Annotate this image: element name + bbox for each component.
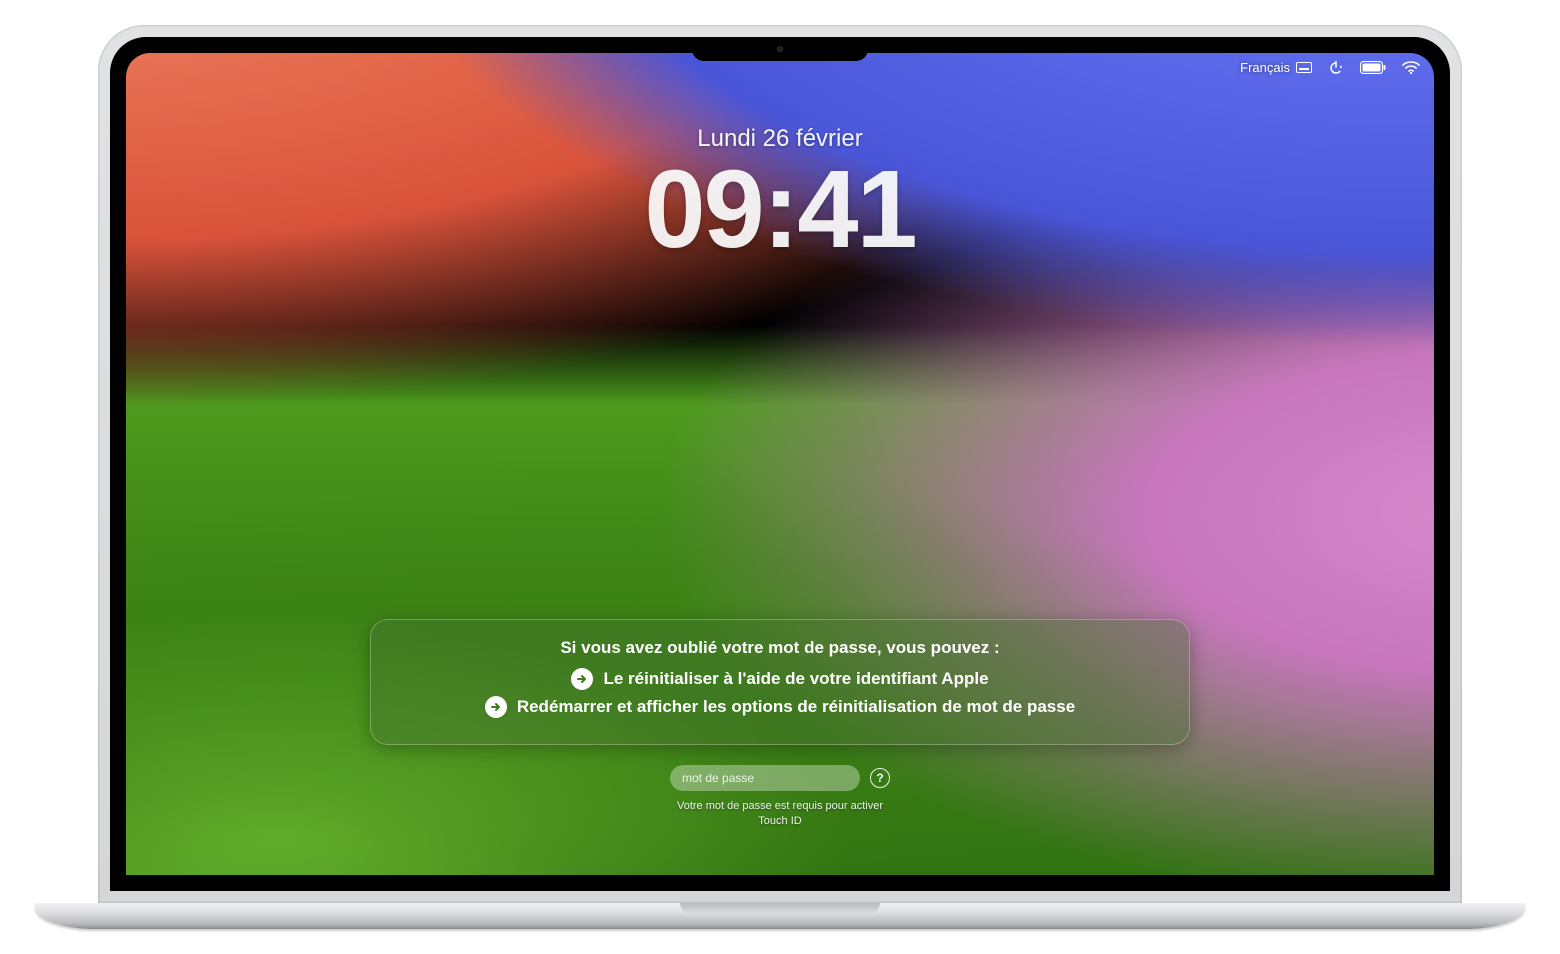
- keyboard-icon: [1296, 62, 1312, 73]
- laptop-base: [35, 903, 1525, 929]
- password-hint-button[interactable]: ?: [870, 768, 890, 788]
- recovery-option-label: Le réinitialiser à l'aide de votre ident…: [603, 669, 988, 689]
- recovery-option-label: Redémarrer et afficher les options de ré…: [517, 697, 1075, 717]
- password-required-message: Votre mot de passe est requis pour activ…: [670, 799, 890, 829]
- password-recovery-panel: Si vous avez oublié votre mot de passe, …: [370, 619, 1190, 745]
- password-input[interactable]: [670, 765, 860, 791]
- arrow-right-circle-icon: [485, 696, 507, 718]
- laptop-bezel: Français: [110, 37, 1450, 891]
- laptop-frame: Français: [35, 25, 1525, 929]
- display-notch: [692, 37, 868, 61]
- camera-icon: [777, 46, 783, 52]
- recovery-title: Si vous avez oublié votre mot de passe, …: [397, 638, 1163, 658]
- laptop-lid: Français: [98, 25, 1462, 903]
- power-icon[interactable]: [1328, 59, 1344, 75]
- menubar: Français: [1240, 59, 1420, 75]
- clock-time: 09:41: [126, 155, 1434, 265]
- battery-icon[interactable]: [1360, 61, 1386, 74]
- wifi-icon[interactable]: [1402, 61, 1420, 74]
- arrow-right-circle-icon: [571, 668, 593, 690]
- clock: Lundi 26 février 09:41: [126, 125, 1434, 265]
- input-source-label: Français: [1240, 60, 1290, 75]
- reset-with-apple-id-button[interactable]: Le réinitialiser à l'aide de votre ident…: [397, 668, 1163, 690]
- password-area: ? Votre mot de passe est requis pour act…: [600, 765, 960, 829]
- lock-screen: Français: [126, 53, 1434, 875]
- input-source-menu[interactable]: Français: [1240, 60, 1312, 75]
- restart-reset-options-button[interactable]: Redémarrer et afficher les options de ré…: [397, 696, 1163, 718]
